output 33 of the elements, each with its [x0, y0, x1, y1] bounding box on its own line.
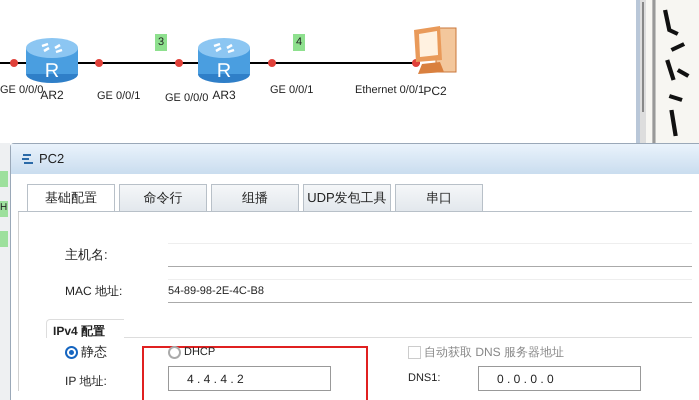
tag	[0, 171, 8, 187]
field-label: IP 地址:	[65, 373, 108, 390]
radio-button[interactable]	[168, 346, 181, 358]
field-label: MAC 地址:	[65, 283, 124, 300]
field-label: DNS1:	[408, 371, 442, 386]
tab[interactable]: 组播	[211, 184, 299, 211]
link-tag: 4	[293, 34, 306, 50]
window-title: PC2	[39, 150, 64, 168]
field-label: 主机名:	[65, 246, 109, 264]
hostname-field[interactable]	[168, 243, 692, 267]
port-label: GE 0/0/0	[165, 91, 208, 106]
tab[interactable]: UDP发包工具	[303, 184, 391, 211]
port-label: GE 0/0/1	[270, 83, 314, 98]
mac-field[interactable]: 54-89-98-2E-4C-B8	[168, 279, 692, 303]
group-title: IPv4 配置	[46, 319, 124, 338]
tag	[0, 231, 8, 247]
port-label: GE 0/0/1	[97, 89, 140, 104]
tag: H	[0, 201, 8, 217]
radio-label: DHCP	[184, 344, 216, 360]
tab[interactable]: 命令行	[119, 184, 207, 211]
device-label: AR3	[212, 87, 236, 104]
checkbox-label: 自动获取 DNS 服务器地址	[424, 344, 564, 361]
tab[interactable]: 串口	[395, 184, 483, 211]
tab[interactable]: 基础配置	[27, 184, 115, 211]
port-label: Ethernet 0/0/1	[355, 83, 424, 98]
scrollbar-thumb[interactable]	[642, 2, 644, 112]
link-tag: 3	[155, 34, 168, 50]
dns-field[interactable]: 0 . 0 . 0 . 0	[478, 366, 641, 391]
ip-field[interactable]: 4 . 4 . 4 . 2	[168, 366, 331, 391]
radio-button[interactable]	[65, 346, 78, 358]
device-label: PC2	[423, 83, 447, 100]
radio-label: 静态	[81, 343, 107, 362]
app-icon	[21, 152, 35, 166]
